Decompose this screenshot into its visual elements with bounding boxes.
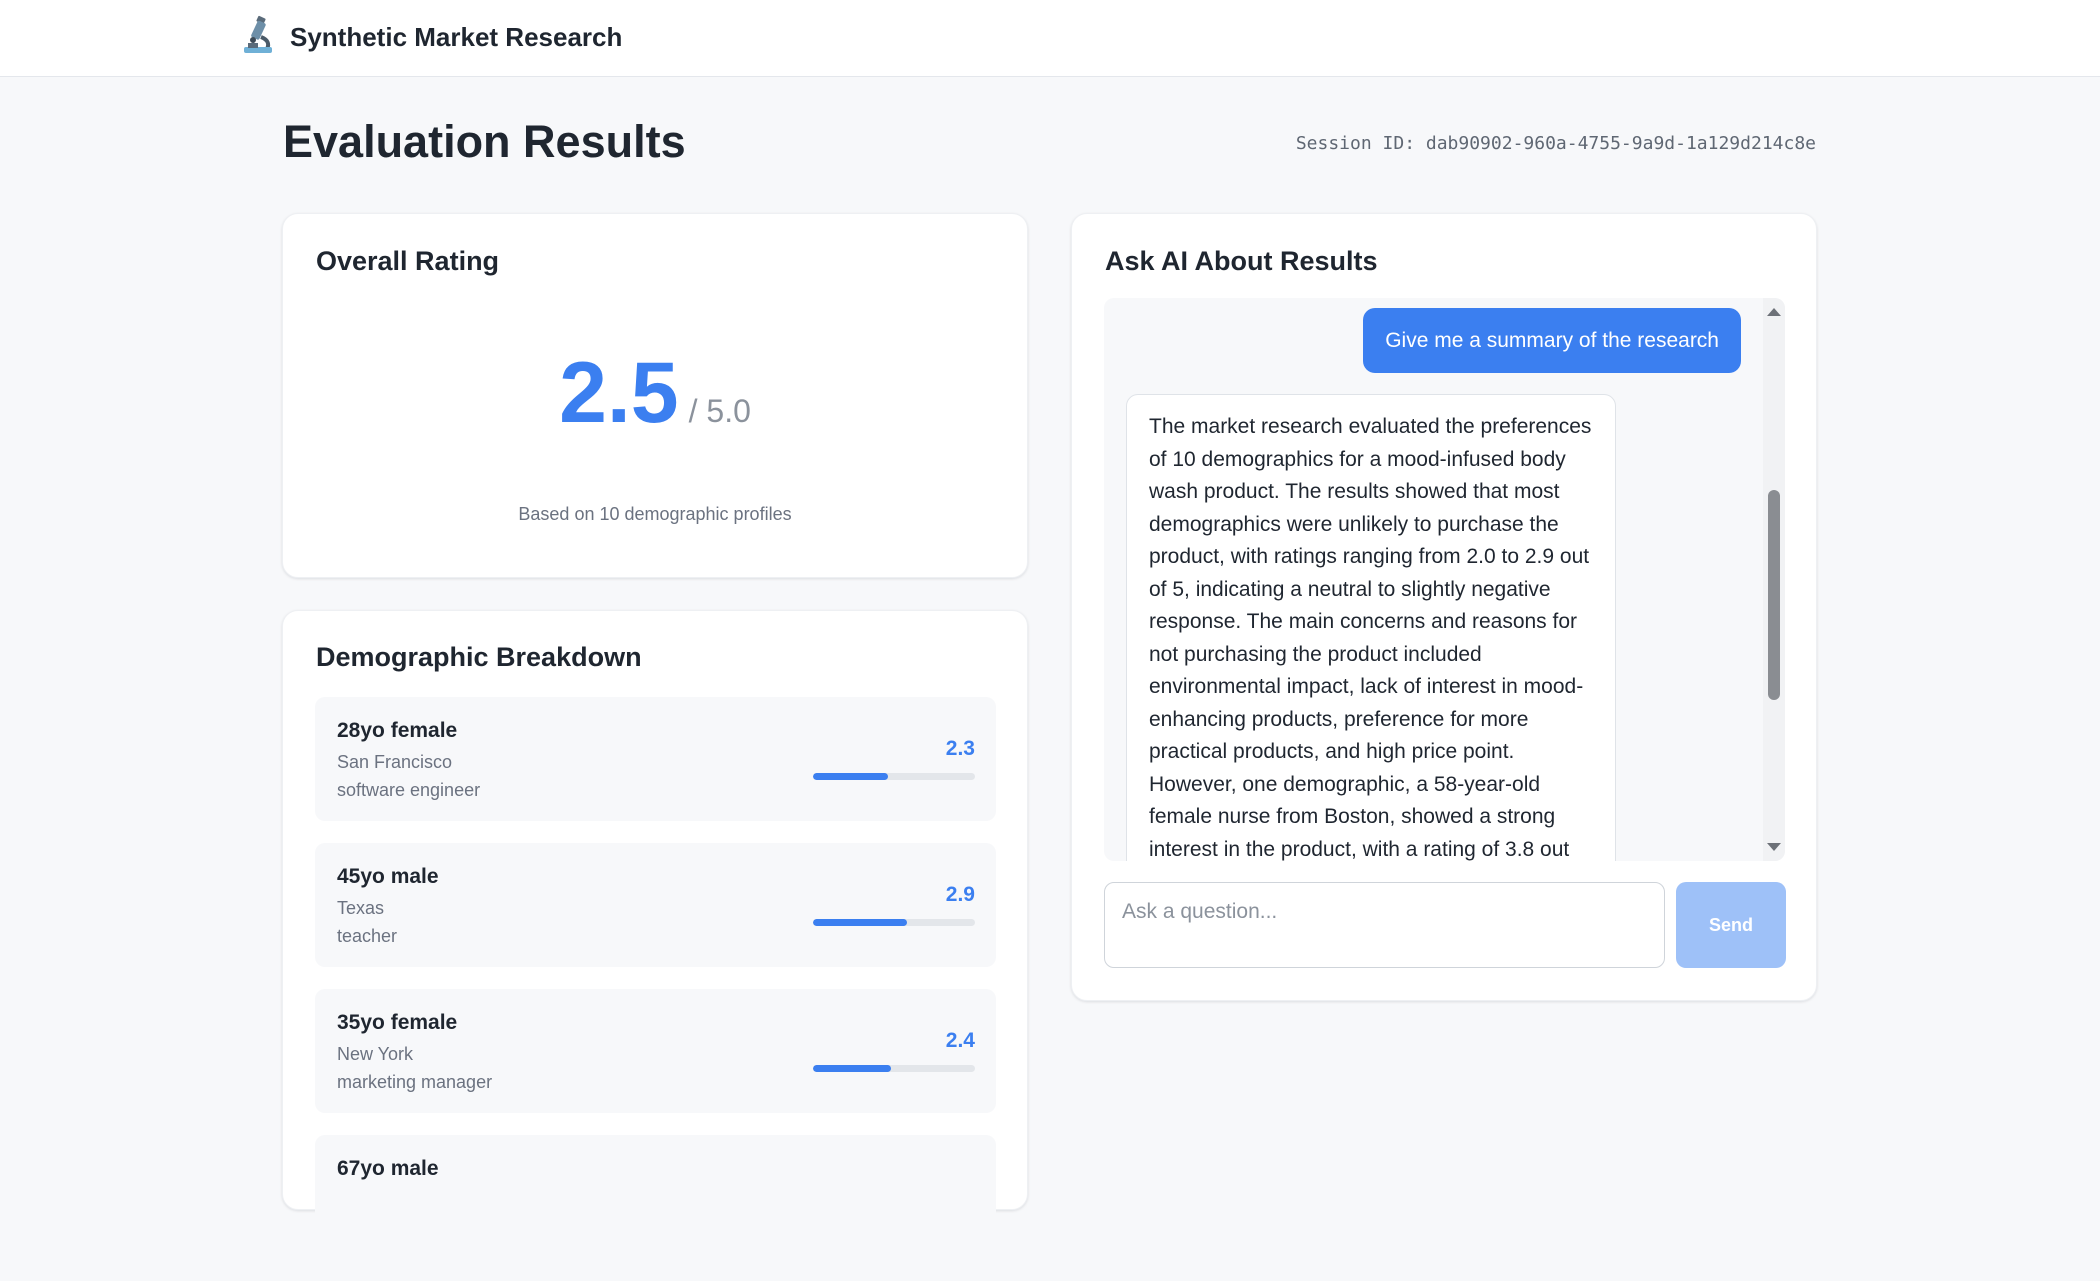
ask-ai-heading: Ask AI About Results xyxy=(1105,246,1378,276)
question-input[interactable] xyxy=(1104,882,1665,968)
demographic-name: 45yo male xyxy=(337,865,439,888)
session-id: Session ID: dab90902-960a-4755-9a9d-1a12… xyxy=(1295,133,1816,154)
rating-value: 2.5 xyxy=(559,345,679,441)
chat-scrollbar[interactable] xyxy=(1763,298,1785,861)
rating-max: / 5.0 xyxy=(688,393,751,429)
rating-display: 2.5/ 5.0 xyxy=(283,344,1027,443)
score-bar-fill xyxy=(813,773,888,780)
demographic-job: software engineer xyxy=(337,780,481,800)
send-button[interactable]: Send xyxy=(1676,882,1786,968)
demographic-job: teacher xyxy=(337,926,398,946)
demographic-job: marketing manager xyxy=(337,1072,493,1092)
score-bar xyxy=(813,1065,975,1072)
score-bar xyxy=(813,919,975,926)
demographic-item: 45yo male Texas teacher 2.9 xyxy=(315,843,996,967)
demographic-location: Texas xyxy=(337,898,385,918)
demographic-score: 2.9 xyxy=(945,883,975,906)
app-title: Synthetic Market Research xyxy=(290,22,623,52)
scroll-up-arrow-icon[interactable] xyxy=(1767,308,1781,316)
ask-ai-card: Ask AI About Results Give me a summary o… xyxy=(1071,213,1817,1001)
brand[interactable]: Synthetic Market Research xyxy=(241,15,622,60)
demographic-item: 35yo female New York marketing manager 2… xyxy=(315,989,996,1113)
demographic-item: 67yo male xyxy=(315,1135,996,1259)
demographic-location: San Francisco xyxy=(337,752,453,772)
page-title: Evaluation Results xyxy=(283,116,686,167)
top-bar: Synthetic Market Research xyxy=(0,0,2100,77)
demographic-list: 28yo female San Francisco software engin… xyxy=(315,697,996,1281)
demographic-score: 2.4 xyxy=(945,1029,975,1052)
overall-rating-card: Overall Rating 2.5/ 5.0 Based on 10 demo… xyxy=(282,213,1028,578)
demographic-item: 28yo female San Francisco software engin… xyxy=(315,697,996,821)
microscope-icon xyxy=(241,15,277,60)
score-bar xyxy=(813,773,975,780)
demographic-breakdown-card: Demographic Breakdown 28yo female San Fr… xyxy=(282,610,1028,1259)
ai-message: The market research evaluated the prefer… xyxy=(1126,394,1616,861)
demographic-name: 35yo female xyxy=(337,1011,458,1034)
demographic-score: 2.3 xyxy=(945,737,975,760)
score-bar-fill xyxy=(813,919,907,926)
score-bar-fill xyxy=(813,1065,891,1072)
user-message: Give me a summary of the research xyxy=(1363,308,1741,373)
scroll-down-arrow-icon[interactable] xyxy=(1767,843,1781,851)
demographic-name: 67yo male xyxy=(337,1157,439,1180)
demographic-name: 28yo female xyxy=(337,719,458,742)
demographic-location: New York xyxy=(337,1044,414,1064)
rating-caption: Based on 10 demographic profiles xyxy=(518,504,792,524)
chat-messages[interactable]: Give me a summary of the research The ma… xyxy=(1104,298,1785,861)
overall-rating-heading: Overall Rating xyxy=(316,246,500,276)
scroll-thumb[interactable] xyxy=(1768,490,1780,700)
demographic-breakdown-heading: Demographic Breakdown xyxy=(316,642,642,672)
